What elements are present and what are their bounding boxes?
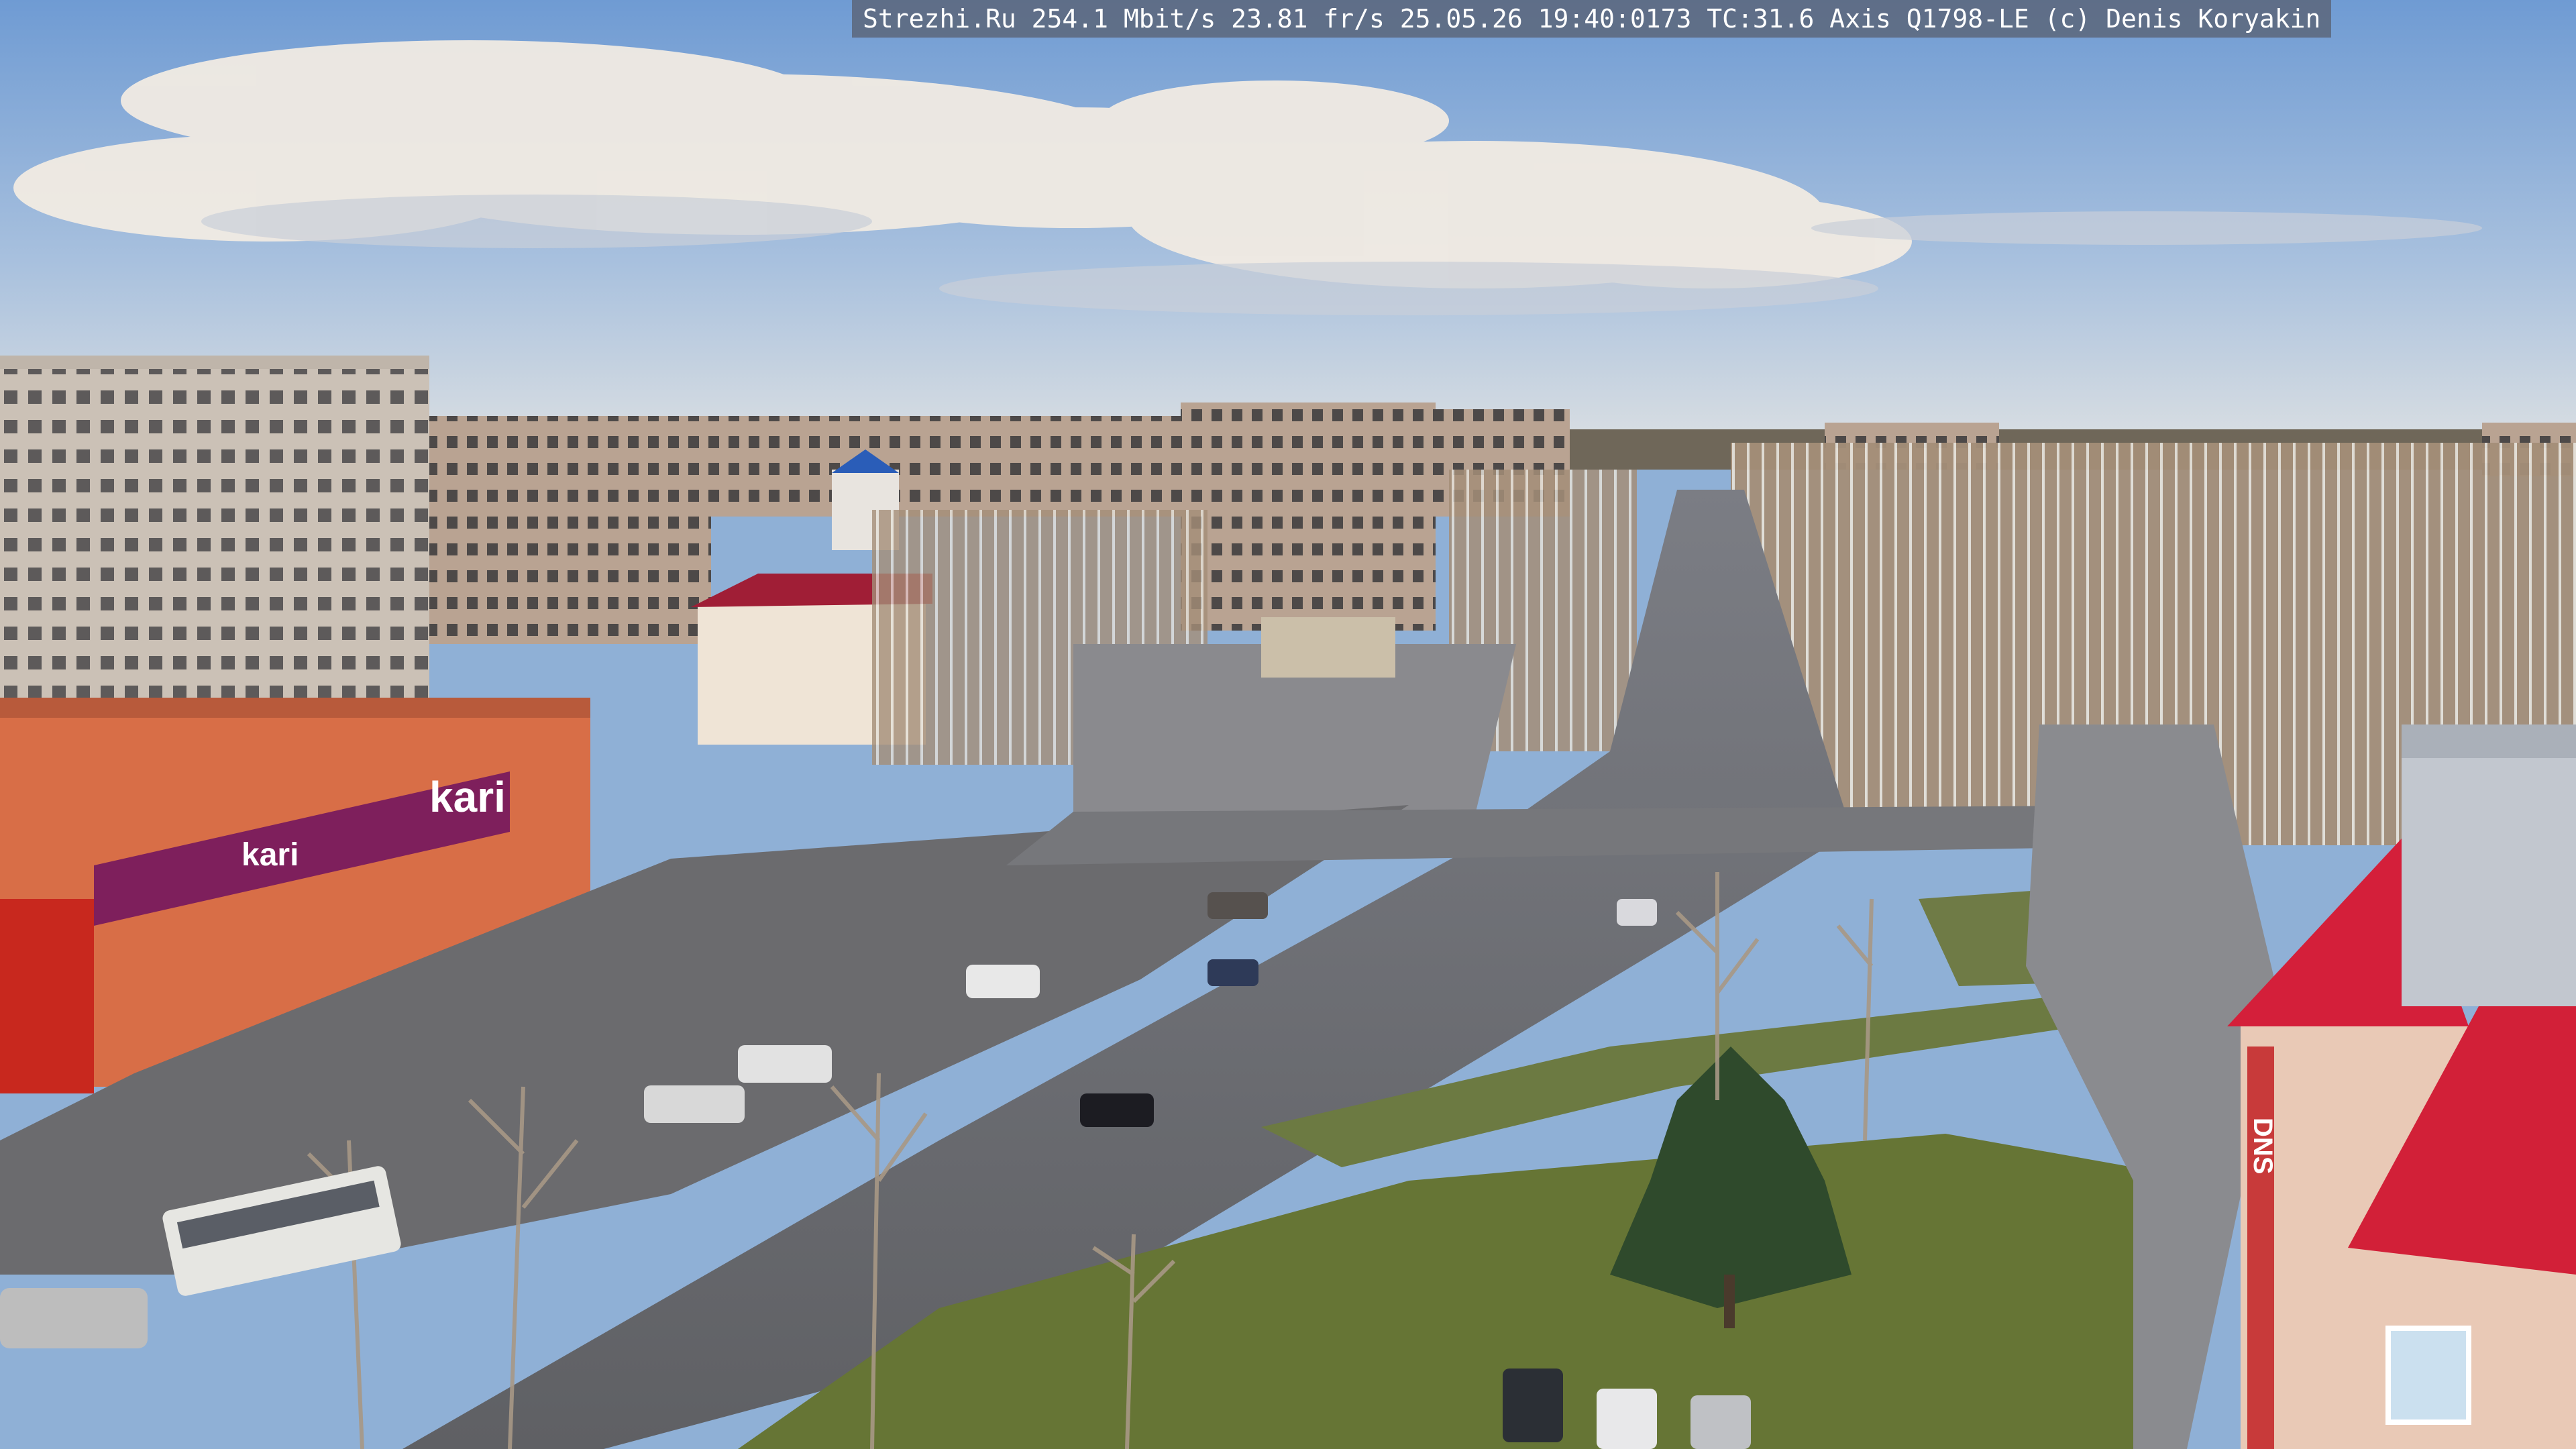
dns-sign: DNS: [2248, 1118, 2277, 1174]
store-sign-kari-2: kari: [241, 837, 299, 873]
midrise-building: [429, 510, 711, 644]
camera-info-overlay: Strezhi.Ru 254.1 Mbit/s 23.81 fr/s 25.05…: [852, 0, 2332, 38]
store-logo-kari: kari: [429, 773, 506, 821]
low-building-center: [1261, 617, 1395, 678]
grey-office-building: [2402, 724, 2576, 1006]
center-apartment-tower: [1181, 402, 1436, 631]
webcam-scene: kari kari DNS: [0, 0, 2576, 1449]
